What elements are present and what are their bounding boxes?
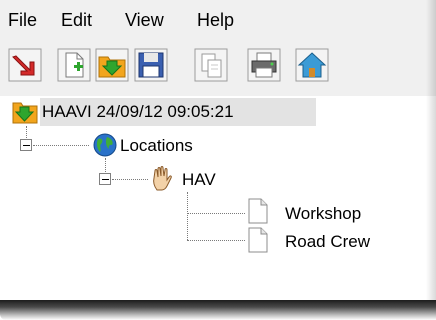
save-disk-icon[interactable] [134, 48, 168, 82]
document-icon [248, 198, 268, 224]
menu-edit[interactable]: Edit [61, 8, 92, 32]
tree-connector [187, 192, 188, 240]
menu-view[interactable]: View [125, 8, 164, 32]
menu-help[interactable]: Help [197, 8, 234, 32]
printer-icon[interactable] [247, 48, 281, 82]
tree-connector [187, 240, 245, 241]
home-icon[interactable] [295, 48, 329, 82]
hand-icon [153, 166, 172, 191]
tree-connector [187, 213, 245, 214]
location-tree: HAAVI 24/09/12 09:05:21 Locations HAV Wo… [0, 96, 436, 300]
tree-node-workshop[interactable]: Workshop [285, 203, 361, 225]
window-bottom-shadow [0, 300, 436, 320]
red-down-arrow-icon[interactable] [8, 48, 42, 82]
toolbar [0, 42, 436, 94]
tree-connector [26, 126, 27, 140]
import-folder-icon[interactable] [95, 48, 129, 82]
application-window: File Edit View Help HAAVI 24/09/12 09:05… [0, 0, 436, 300]
tree-node-hav[interactable]: HAV [182, 169, 216, 191]
document-icon [248, 227, 268, 253]
menu-file[interactable]: File [8, 8, 37, 32]
folder-import-icon [12, 102, 38, 124]
tree-connector [33, 145, 89, 146]
globe-icon [93, 133, 117, 157]
tree-node-road-crew[interactable]: Road Crew [285, 231, 370, 253]
tree-root-label[interactable]: HAAVI 24/09/12 09:05:21 [42, 101, 234, 123]
collapse-toggle[interactable] [20, 139, 32, 151]
window-edge-shadow [426, 0, 436, 300]
copy-document-icon[interactable] [194, 48, 228, 82]
menu-bar: File Edit View Help [0, 0, 436, 42]
tree-connector [112, 179, 148, 180]
tree-node-locations[interactable]: Locations [120, 135, 193, 157]
new-document-icon[interactable] [57, 48, 91, 82]
collapse-toggle[interactable] [99, 173, 111, 185]
tree-connector [105, 158, 106, 174]
